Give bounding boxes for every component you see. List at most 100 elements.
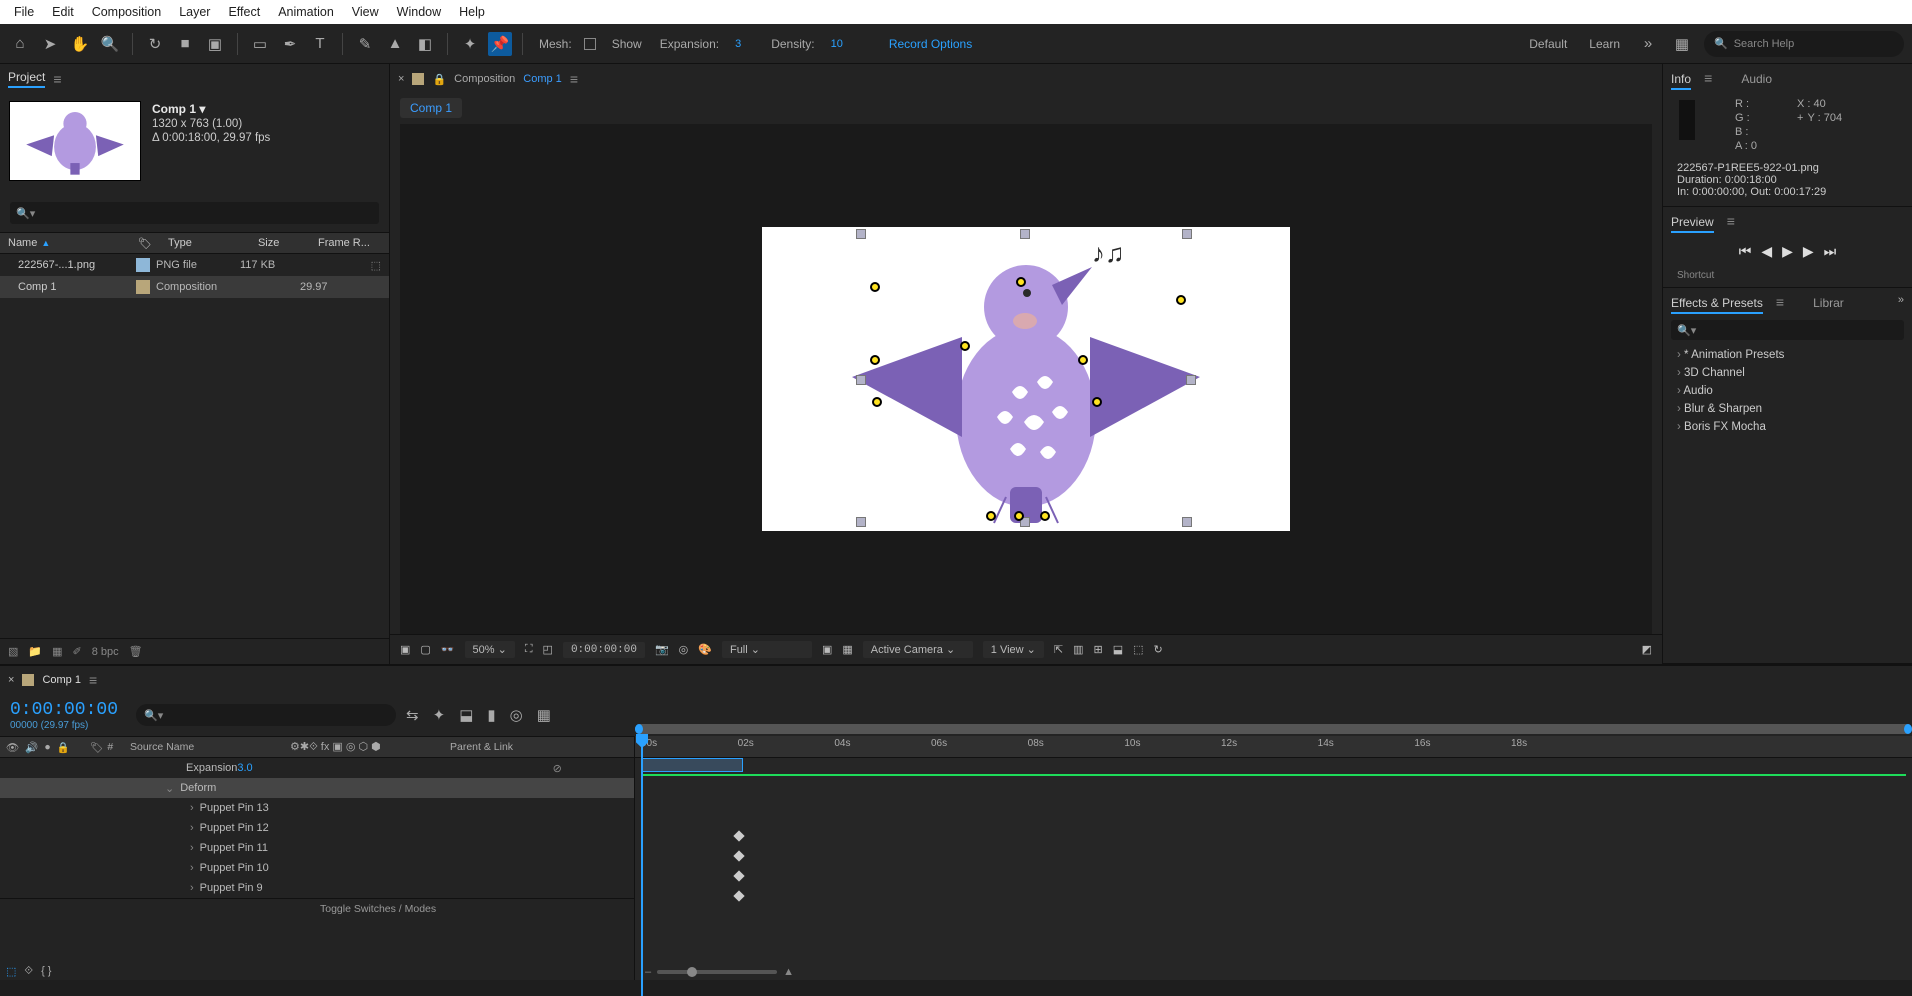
video-col-icon[interactable]: 👁 bbox=[6, 741, 19, 754]
interpret-footage-icon[interactable]: ▧ bbox=[8, 645, 18, 658]
timeline-property-row[interactable]: › Puppet Pin 13 bbox=[0, 798, 634, 818]
trash-icon[interactable]: 🗑 bbox=[129, 645, 143, 658]
graph-editor-icon[interactable]: ◎ bbox=[510, 706, 523, 724]
col-tag[interactable]: 🏷 bbox=[130, 237, 160, 250]
lock-icon[interactable]: 🔒 bbox=[432, 73, 446, 86]
menu-animation[interactable]: Animation bbox=[270, 3, 342, 21]
viewer-area[interactable]: ♪♫ bbox=[400, 124, 1652, 634]
eraser-tool-icon[interactable]: ◧ bbox=[413, 32, 437, 56]
composition-canvas[interactable]: ♪♫ bbox=[762, 227, 1290, 531]
shape-tool-icon[interactable]: ▭ bbox=[248, 32, 272, 56]
exposure-icon[interactable]: ◩ bbox=[1642, 643, 1652, 656]
timeline-icon[interactable]: ⬓ bbox=[1113, 643, 1123, 656]
zoom-in-icon[interactable]: ▲ bbox=[783, 966, 794, 978]
timeline-menu-icon[interactable]: ≡ bbox=[89, 672, 97, 688]
tl-icon-3[interactable]: { } bbox=[41, 965, 51, 978]
project-row-comp[interactable]: Comp 1 Composition 29.97 bbox=[0, 276, 389, 298]
parent-link-col[interactable]: Parent & Link bbox=[450, 741, 513, 753]
col-framerate[interactable]: Frame R... bbox=[310, 237, 378, 249]
menu-layer[interactable]: Layer bbox=[171, 3, 218, 21]
col-size[interactable]: Size bbox=[250, 237, 310, 249]
type-tool-icon[interactable]: T bbox=[308, 32, 332, 56]
keyframe-icon[interactable] bbox=[733, 870, 744, 881]
bpc-label[interactable]: 8 bpc bbox=[92, 646, 119, 658]
frame-blend-icon[interactable]: ⬓ bbox=[459, 706, 473, 724]
keyframe-icon[interactable] bbox=[733, 890, 744, 901]
label-color-swatch[interactable] bbox=[136, 280, 150, 294]
playhead[interactable] bbox=[641, 736, 643, 996]
effects-category[interactable]: Audio bbox=[1671, 382, 1904, 400]
puppet-tool-icon[interactable]: 📌 bbox=[488, 32, 512, 56]
goto-end-icon[interactable]: ⏭ bbox=[1824, 243, 1837, 260]
project-comp-name[interactable]: Comp 1 ▾ bbox=[152, 102, 270, 116]
region-icon[interactable]: ◰ bbox=[543, 643, 553, 656]
menu-view[interactable]: View bbox=[344, 3, 387, 21]
brush-tool-icon[interactable]: ✎ bbox=[353, 32, 377, 56]
col-type[interactable]: Type bbox=[160, 237, 250, 249]
toggle-switches-button[interactable]: Toggle Switches / Modes bbox=[320, 903, 436, 915]
label-col-icon[interactable]: 🏷 bbox=[90, 741, 103, 754]
orbit-tool-icon[interactable]: ↻ bbox=[143, 32, 167, 56]
draft3d-icon[interactable]: ✦ bbox=[433, 706, 446, 724]
pixel-aspect-icon[interactable]: ▥ bbox=[1073, 643, 1083, 656]
timeline-zoom-slider[interactable] bbox=[657, 970, 777, 974]
record-options-button[interactable]: Record Options bbox=[883, 37, 978, 51]
effects-menu-icon[interactable]: ≡ bbox=[1776, 294, 1784, 310]
toggle-mask-icon[interactable]: 👓 bbox=[441, 643, 455, 656]
timeline-property-row[interactable]: › Puppet Pin 12 bbox=[0, 818, 634, 838]
workspace-learn[interactable]: Learn bbox=[1583, 37, 1626, 51]
flowchart-icon[interactable]: ⬚ bbox=[1133, 643, 1143, 656]
pan-behind-icon[interactable]: ▣ bbox=[203, 32, 227, 56]
info-tab[interactable]: Info bbox=[1671, 72, 1691, 90]
next-frame-icon[interactable]: ▶ bbox=[1803, 243, 1814, 260]
effects-category[interactable]: Blur & Sharpen bbox=[1671, 400, 1904, 418]
toggle-alpha-icon[interactable]: ▣ bbox=[400, 643, 410, 656]
keyframe-icon[interactable] bbox=[733, 830, 744, 841]
zoom-out-icon[interactable]: – bbox=[645, 966, 651, 978]
menu-file[interactable]: File bbox=[6, 3, 42, 21]
flowchart-icon[interactable]: ⬚ bbox=[371, 259, 389, 272]
home-icon[interactable]: ⌂ bbox=[8, 32, 32, 56]
zoom-tool-icon[interactable]: 🔍 bbox=[98, 32, 122, 56]
resolution-icon[interactable]: ⛶ bbox=[525, 643, 533, 656]
search-help-input[interactable]: 🔍 Search Help bbox=[1704, 31, 1904, 57]
share-view-icon[interactable]: ⇱ bbox=[1054, 643, 1063, 656]
resolution-select[interactable]: Full ⌄ bbox=[722, 641, 812, 658]
effects-search-input[interactable]: 🔍▾ bbox=[1671, 320, 1904, 340]
project-thumbnail[interactable] bbox=[10, 102, 140, 180]
switches-icons[interactable]: ⚙✱⟐ fx ▣ ◎ ⬡ ⬢ bbox=[290, 740, 381, 754]
timeline-property-row[interactable]: ⌄ Deform bbox=[0, 778, 634, 798]
comp-close-icon[interactable]: × bbox=[398, 73, 404, 85]
menu-effect[interactable]: Effect bbox=[220, 3, 268, 21]
timeline-nav-scrollbar[interactable] bbox=[635, 724, 1912, 734]
label-color-swatch[interactable] bbox=[136, 258, 150, 272]
workspace-default[interactable]: Default bbox=[1523, 37, 1573, 51]
menu-composition[interactable]: Composition bbox=[84, 3, 169, 21]
source-name-col[interactable]: Source Name bbox=[130, 741, 290, 753]
mesh-checkbox[interactable] bbox=[584, 38, 596, 50]
audio-col-icon[interactable]: 🔊 bbox=[25, 741, 38, 754]
project-panel-menu-icon[interactable]: ≡ bbox=[53, 71, 61, 87]
libraries-tab[interactable]: Librar bbox=[1813, 296, 1844, 312]
col-name[interactable]: Name▲ bbox=[0, 237, 130, 249]
show-snapshot-icon[interactable]: ◎ bbox=[679, 643, 689, 656]
zoom-select[interactable]: 50% ⌄ bbox=[465, 641, 515, 658]
snapshot-icon[interactable]: 📷 bbox=[655, 643, 669, 656]
effects-tab[interactable]: Effects & Presets bbox=[1671, 296, 1763, 314]
tl-icon-1[interactable]: ⬚ bbox=[6, 965, 16, 978]
current-timecode[interactable]: 0:00:00:00 bbox=[10, 700, 118, 720]
effects-category[interactable]: * Animation Presets bbox=[1671, 346, 1904, 364]
camera-tool-icon[interactable]: ■ bbox=[173, 32, 197, 56]
preview-tab[interactable]: Preview bbox=[1671, 215, 1714, 233]
goto-start-icon[interactable]: ⏮ bbox=[1739, 243, 1752, 260]
expansion-value[interactable]: 3 bbox=[731, 38, 745, 50]
effects-category[interactable]: Boris FX Mocha bbox=[1671, 418, 1904, 436]
motion-blur-icon[interactable]: ▮ bbox=[487, 706, 495, 724]
roi-icon[interactable]: ▣ bbox=[822, 643, 832, 656]
preview-menu-icon[interactable]: ≡ bbox=[1727, 213, 1735, 229]
clone-tool-icon[interactable]: ▲ bbox=[383, 32, 407, 56]
reset-exposure-icon[interactable]: ↻ bbox=[1154, 643, 1163, 656]
comp-breadcrumb-active[interactable]: Comp 1 bbox=[523, 73, 562, 85]
camera-select[interactable]: Active Camera ⌄ bbox=[863, 641, 973, 658]
timeline-tab[interactable]: Comp 1 bbox=[42, 674, 81, 686]
